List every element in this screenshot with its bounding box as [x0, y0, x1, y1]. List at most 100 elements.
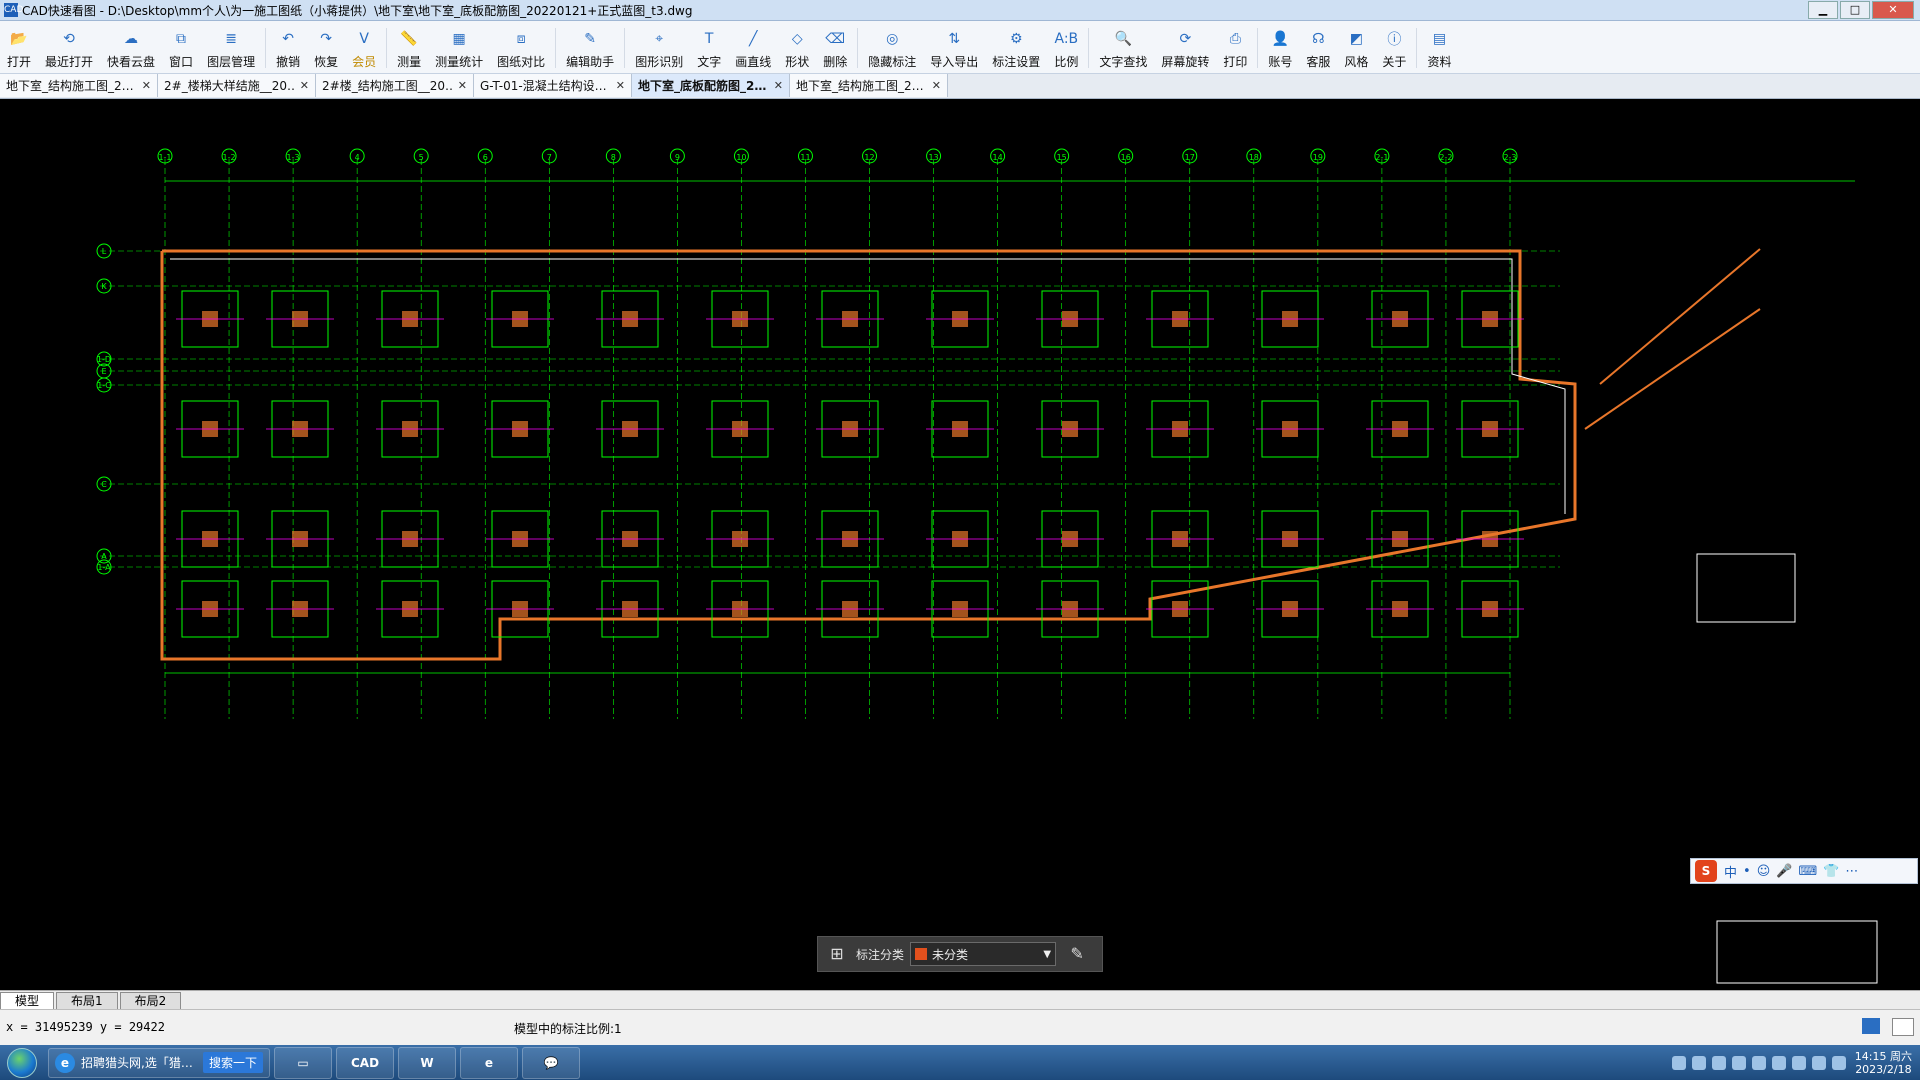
scale-icon: A:B [1054, 31, 1079, 47]
text-search-button[interactable]: 🔍 文字查找 [1092, 23, 1154, 73]
category-selected-value: 未分类 [932, 947, 969, 962]
edit-assistant-button[interactable]: ✎ 编辑助手 [559, 23, 621, 73]
measure-stats-icon: ▦ [452, 31, 466, 47]
rotate-button[interactable]: ⟳ 屏幕旋转 [1154, 23, 1216, 73]
document-tab[interactable]: 地下室_结构施工图_2… ✕ [790, 74, 948, 97]
docs-button[interactable]: ▤ 资料 [1420, 23, 1458, 73]
drawing-canvas[interactable]: 1-1 1-2 1-3 4 5 6 7 8 9 10 11 12 13 14 15 16 17 18 19 2-1 2-… [0, 99, 1920, 989]
document-tab[interactable]: 地下室_底板配筋图_2… ✕ [632, 74, 790, 97]
maximize-button[interactable]: □ [1840, 1, 1870, 19]
recent-button[interactable]: ⟲ 最近打开 [38, 23, 100, 73]
tab-label: 2#_楼梯大样结施__20… [164, 79, 296, 93]
compare-icon: ⧈ [516, 31, 526, 47]
account-button[interactable]: 👤 账号 [1261, 23, 1299, 73]
close-icon[interactable]: ✕ [458, 79, 467, 92]
shape-recognize-icon: ⌖ [655, 31, 664, 47]
sogou-logo-icon[interactable]: S [1695, 860, 1717, 882]
layout-tab[interactable]: 布局1 [56, 992, 118, 1009]
toolbar-label: 测量 [397, 55, 422, 69]
hide-annotation-button[interactable]: ◎ 隐藏标注 [861, 23, 923, 73]
shield-icon[interactable] [1751, 1055, 1766, 1070]
microphone-icon[interactable]: 🎤 [1776, 864, 1792, 879]
style-button[interactable]: ◩ 风格 [1337, 23, 1375, 73]
undo-button[interactable]: ↶ 撤销 [269, 23, 307, 73]
window-button[interactable]: ⧉ 窗口 [162, 23, 200, 73]
volume-icon[interactable] [1731, 1055, 1746, 1070]
close-icon[interactable]: ✕ [774, 79, 783, 92]
grid-icon[interactable]: ⊞ [824, 941, 850, 967]
clock[interactable]: 14:15 周六 2023/2/18 [1855, 1050, 1912, 1076]
layout-tab[interactable]: 布局2 [119, 992, 182, 1009]
measure-stats-button[interactable]: ▦ 测量统计 [428, 23, 490, 73]
grid-label: 18 [1249, 153, 1259, 162]
more-icon[interactable]: ⋯ [1845, 864, 1858, 879]
cad-icon[interactable]: CAD [336, 1046, 394, 1079]
info-button[interactable]: ⓘ 关于 [1375, 23, 1413, 73]
folder-icon[interactable]: ▭ [274, 1046, 332, 1079]
measure-button[interactable]: 📏 测量 [390, 23, 428, 73]
redo-button[interactable]: ↷ 恢复 [307, 23, 345, 73]
close-icon[interactable]: ✕ [142, 79, 151, 92]
sogou-tray-icon[interactable] [1671, 1055, 1686, 1070]
undo-icon: ↶ [282, 31, 294, 47]
scale-button[interactable]: A:B 比例 [1047, 23, 1085, 73]
toolbar-separator [386, 28, 388, 68]
document-tab[interactable]: 地下室_结构施工图_2… ✕ [0, 74, 158, 97]
close-icon[interactable]: ✕ [932, 79, 941, 92]
search-button[interactable]: 搜索一下 [202, 1052, 263, 1073]
layout-tab[interactable]: 模型 [0, 992, 55, 1009]
taskbar-browser-item[interactable]: e 招聘猎头网,选「猎… 搜索一下 [48, 1047, 270, 1078]
headset-button[interactable]: ☊ 客服 [1299, 23, 1337, 73]
edit-icon[interactable]: ✎ [1064, 941, 1090, 967]
document-tabs: 地下室_结构施工图_2… ✕ 2#_楼梯大样结施__20… ✕ 2#楼_结构施工图__2… [0, 74, 1920, 99]
layers-button[interactable]: ≣ 图层管理 [200, 23, 262, 73]
toolbar-label: 形状 [785, 55, 810, 69]
ie-green-icon[interactable]: e [460, 1046, 518, 1079]
cad-drawing[interactable]: 1-1 1-2 1-3 4 5 6 7 8 9 10 11 12 13 14 15 16 17 18 19 2-1 2-… [0, 99, 1920, 989]
shape-button[interactable]: ◇ 形状 [778, 23, 816, 73]
vip-button[interactable]: V 会员 [345, 23, 383, 73]
help-icon[interactable] [1691, 1055, 1706, 1070]
close-icon[interactable]: ✕ [616, 79, 625, 92]
status-fullscreen-button[interactable] [1892, 1018, 1914, 1036]
print-icon: ⎙ [1229, 31, 1241, 47]
line-button[interactable]: ╱ 画直线 [728, 23, 778, 73]
document-tab[interactable]: 2#_楼梯大样结施__20… ✕ [158, 74, 316, 97]
wechat-icon[interactable]: 💬 [522, 1046, 580, 1079]
start-button[interactable] [0, 1045, 44, 1080]
ime-punct-icon[interactable]: • [1743, 864, 1751, 879]
compare-button[interactable]: ⧈ 图纸对比 [490, 23, 552, 73]
notification-icon[interactable] [1831, 1055, 1846, 1070]
status-toggle-button[interactable] [1862, 1018, 1880, 1034]
network-icon[interactable] [1711, 1055, 1726, 1070]
wechat-tray-icon[interactable] [1771, 1055, 1786, 1070]
skin-icon[interactable]: 👕 [1823, 864, 1839, 879]
annotation-category-select[interactable]: 未分类 ▼ [910, 942, 1057, 966]
close-button[interactable]: ✕ [1872, 1, 1914, 19]
text-button[interactable]: T 文字 [690, 23, 728, 73]
print-button[interactable]: ⎙ 打印 [1216, 23, 1254, 73]
close-icon[interactable]: ✕ [300, 79, 309, 92]
folder-open-button[interactable]: 📂 打开 [0, 23, 38, 73]
flag-icon[interactable] [1791, 1055, 1806, 1070]
chevron-down-icon[interactable]: ▼ [1043, 949, 1051, 960]
document-tab[interactable]: 2#楼_结构施工图__20… ✕ [316, 74, 474, 97]
grid-label: 5 [419, 153, 424, 162]
annotation-settings-button[interactable]: ⚙ 标注设置 [985, 23, 1047, 73]
minimize-button[interactable]: ▁ [1808, 1, 1838, 19]
eraser-button[interactable]: ⌫ 删除 [816, 23, 854, 73]
ime-chinese-icon[interactable]: 中 [1724, 862, 1737, 881]
toolbar-label: 图层管理 [207, 55, 256, 69]
cloud-button[interactable]: ☁ 快看云盘 [100, 23, 162, 73]
ramp-wall [1584, 308, 1761, 430]
keyboard-icon[interactable]: ⌨ [1798, 864, 1817, 879]
emoji-icon[interactable]: ☺ [1757, 864, 1771, 879]
wps-icon[interactable]: W [398, 1046, 456, 1079]
battery-icon[interactable] [1811, 1055, 1826, 1070]
document-tab[interactable]: G-T-01-混凝土结构设… ✕ [474, 74, 632, 97]
shape-icon: ◇ [791, 31, 803, 47]
shape-recognize-button[interactable]: ⌖ 图形识别 [628, 23, 690, 73]
import-export-button[interactable]: ⇅ 导入导出 [923, 23, 985, 73]
taskbar-apps: ▭ CAD We 💬 [270, 1046, 580, 1079]
window-controls: ▁ □ ✕ [1808, 1, 1914, 19]
